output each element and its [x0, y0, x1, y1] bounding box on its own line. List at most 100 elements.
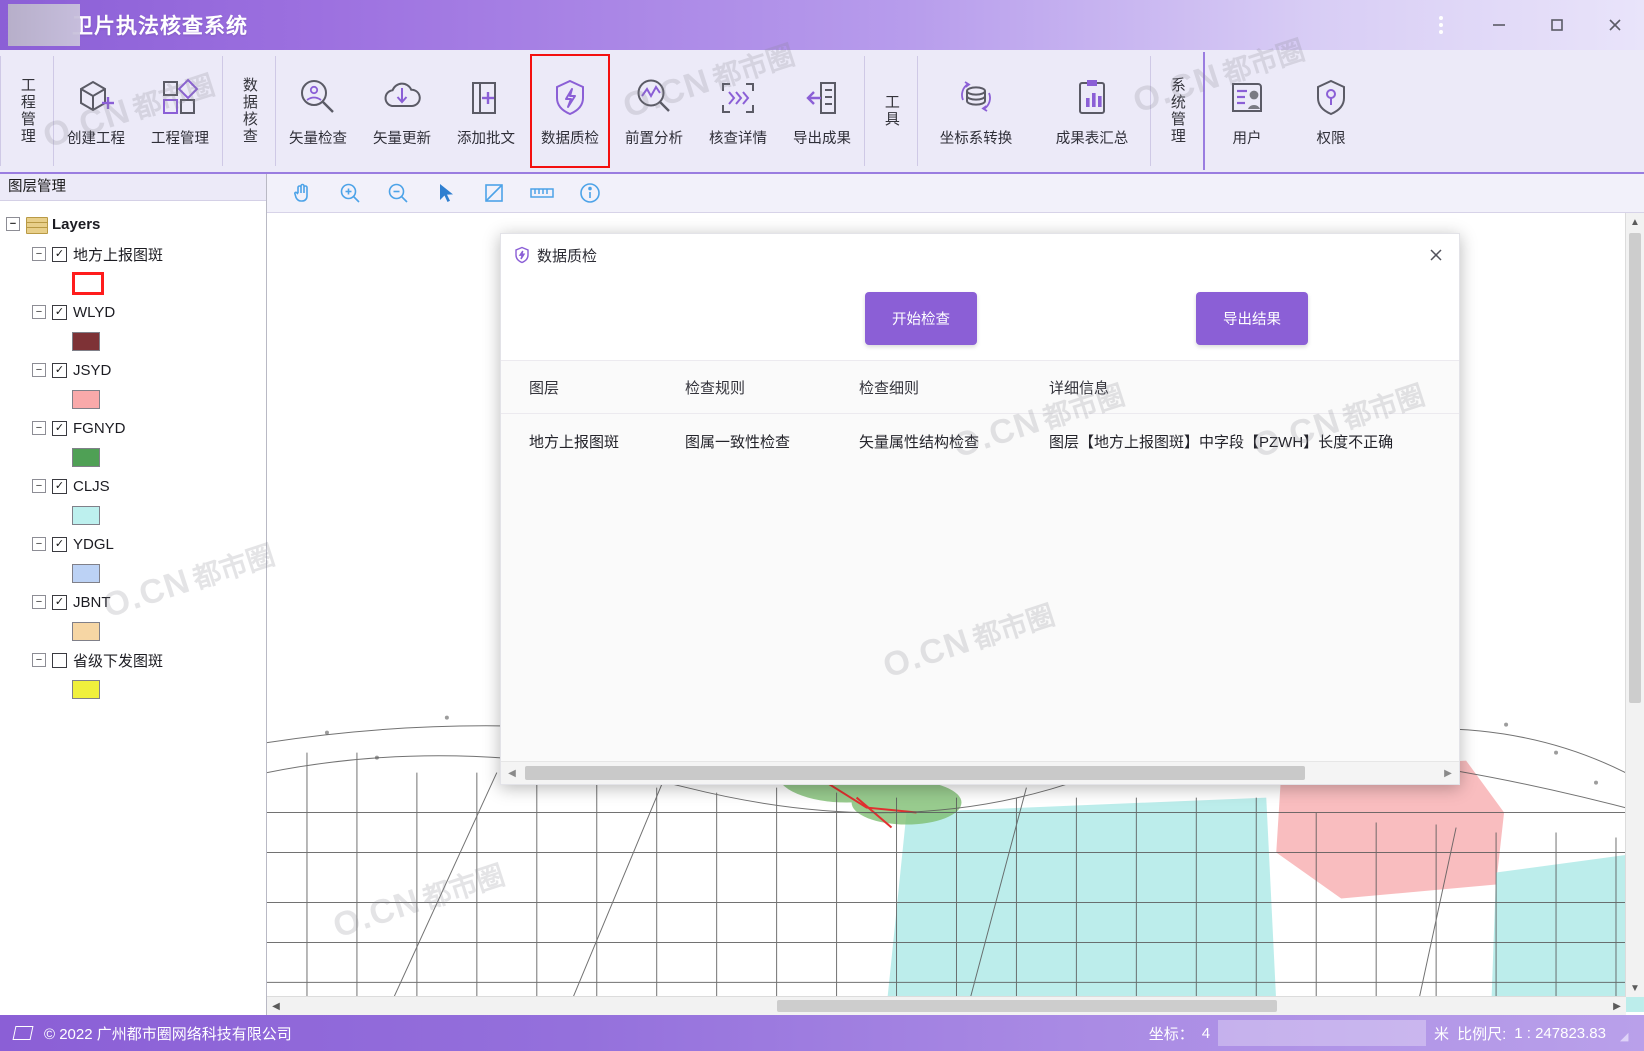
document-add-icon — [463, 75, 509, 121]
expander-icon[interactable]: − — [32, 247, 46, 261]
coordinate-value: 4 — [1201, 1024, 1211, 1042]
layer-label: YDGL — [73, 535, 114, 553]
cell-detail-rule: 矢量属性结构检查 — [859, 433, 980, 451]
ribbon-button-pre-analysis[interactable]: 前置分析 — [612, 50, 696, 172]
scroll-down-arrow[interactable]: ▼ — [1626, 979, 1644, 997]
layer-visibility-checkbox[interactable] — [52, 652, 67, 668]
layer-visibility-checkbox[interactable] — [52, 536, 67, 552]
cell-message: 图层【地方上报图斑】中字段【PZWH】长度不正确 — [1049, 433, 1394, 451]
layer-label: WLYD — [73, 303, 116, 321]
ribbon-button-permission[interactable]: 权限 — [1289, 50, 1373, 172]
map-vertical-scrollbar[interactable]: ▲ ▼ — [1625, 213, 1644, 997]
expander-icon[interactable]: − — [32, 479, 46, 493]
ribbon-button-user[interactable]: 用户 — [1205, 50, 1289, 172]
scroll-right-arrow[interactable]: ▶ — [1608, 997, 1626, 1015]
minimize-icon[interactable] — [1470, 0, 1528, 50]
dialog-action-row: 开始检查 导出结果 — [501, 276, 1459, 360]
expander-icon[interactable]: − — [32, 363, 46, 377]
ribbon-button-coord-transform[interactable]: 坐标系转换 — [918, 50, 1034, 172]
user-card-icon — [1224, 75, 1270, 121]
layer-symbol-row — [0, 559, 266, 587]
info-icon[interactable] — [577, 180, 603, 206]
expander-icon[interactable]: − — [32, 595, 46, 609]
pan-icon[interactable] — [289, 180, 315, 206]
zoom-out-icon[interactable] — [385, 180, 411, 206]
map-horizontal-scrollbar[interactable]: ◀ ▶ — [267, 996, 1626, 1015]
ribbon-button-vector-check[interactable]: 矢量检查 — [276, 50, 360, 172]
ribbon-button-result-summary[interactable]: 成果表汇总 — [1034, 50, 1150, 172]
ribbon-button-label: 添加批文 — [457, 130, 515, 147]
expander-icon[interactable]: − — [32, 421, 46, 435]
ribbon-button-create-project[interactable]: 创建工程 — [54, 50, 138, 172]
scroll-up-arrow[interactable]: ▲ — [1626, 213, 1644, 231]
dialog-close-icon[interactable] — [1423, 242, 1449, 268]
scroll-left-arrow[interactable]: ◀ — [267, 997, 285, 1015]
ribbon-button-label: 工程管理 — [151, 130, 209, 147]
layer-item-difang[interactable]: − 地方上报图斑 — [0, 239, 266, 269]
ribbon-group-label-datacheck: 数据核查 — [240, 77, 258, 145]
result-table: 图层 检查规则 检查细则 详细信息 地方上报图斑 图属一致性检查 矢量属性结构检… — [501, 360, 1459, 784]
layer-visibility-checkbox[interactable] — [52, 594, 67, 610]
expander-icon[interactable]: − — [32, 305, 46, 319]
layer-visibility-checkbox[interactable] — [52, 478, 67, 494]
close-icon[interactable] — [1586, 0, 1644, 50]
status-bar: © 2022 广州都市圈网络科技有限公司 坐标： 4 米 比例尺: 1 : 24… — [0, 1015, 1644, 1051]
ribbon-button-label: 核查详情 — [709, 130, 767, 147]
layer-visibility-checkbox[interactable] — [52, 362, 67, 378]
cloud-download-icon — [379, 75, 425, 121]
map-toolbar — [267, 174, 1644, 213]
layer-symbol-row — [0, 501, 266, 529]
unit-label: 米 — [1434, 1025, 1450, 1043]
app-title: 卫片执法核查系统 — [72, 15, 248, 38]
layer-tree: − Layers − 地方上报图斑 − WLYD — [0, 201, 266, 703]
zoom-in-icon[interactable] — [337, 180, 363, 206]
ribbon-toolbar: 工程管理 创建工程 工程管理 数据核查 矢量检查 矢量更新 添加批文 数据质检 … — [0, 50, 1644, 174]
ribbon-button-data-quality-check[interactable]: 数据质检 — [528, 50, 612, 172]
layer-label: FGNYD — [73, 419, 126, 437]
application-window: 卫片执法核查系统 工程管理 创建工程 工程管理 数据核查 矢量检查 矢量更新 添… — [0, 0, 1644, 1051]
layer-symbol-swatch — [72, 271, 104, 295]
column-header-detail-rule: 检查细则 — [859, 379, 920, 397]
dialog-scroll-left-arrow[interactable]: ◀ — [501, 762, 523, 784]
layer-item-ydgl[interactable]: − YDGL — [0, 529, 266, 559]
layer-visibility-checkbox[interactable] — [52, 420, 67, 436]
ribbon-button-project-manage[interactable]: 工程管理 — [138, 50, 222, 172]
start-check-button[interactable]: 开始检查 — [865, 291, 977, 345]
ribbon-button-check-detail[interactable]: 核查详情 — [696, 50, 780, 172]
ribbon-button-vector-update[interactable]: 矢量更新 — [360, 50, 444, 172]
export-result-button[interactable]: 导出结果 — [1196, 291, 1308, 345]
measure-ruler-icon[interactable] — [529, 180, 555, 206]
result-table-header: 图层 检查规则 检查细则 详细信息 — [501, 360, 1459, 414]
resize-grip-icon[interactable] — [1620, 1027, 1632, 1039]
layer-item-shengji[interactable]: − 省级下发图斑 — [0, 645, 266, 675]
layer-tree-root[interactable]: − Layers — [0, 209, 266, 239]
expander-icon[interactable]: − — [6, 217, 20, 231]
cell-layer: 地方上报图斑 — [529, 433, 620, 451]
select-arrow-icon[interactable] — [433, 180, 459, 206]
layer-visibility-checkbox[interactable] — [52, 304, 67, 320]
table-row[interactable]: 地方上报图斑 图属一致性检查 矢量属性结构检查 图层【地方上报图斑】中字段【PZ… — [501, 414, 1459, 468]
layers-icon — [26, 216, 48, 234]
data-quality-check-dialog: 数据质检 开始检查 导出结果 图层 检查规则 检查细则 详细信息 地方上报图斑 … — [500, 233, 1460, 785]
title-bar-logo-placeholder — [8, 4, 80, 46]
ribbon-button-export-result[interactable]: 导出成果 — [780, 50, 864, 172]
maximize-icon[interactable] — [1528, 0, 1586, 50]
layer-item-jbnt[interactable]: − JBNT — [0, 587, 266, 617]
layer-visibility-checkbox[interactable] — [52, 246, 67, 262]
shield-bolt-icon — [547, 75, 593, 121]
more-menu-icon[interactable] — [1412, 0, 1470, 50]
layer-item-wlyd[interactable]: − WLYD — [0, 297, 266, 327]
layer-symbol-row — [0, 617, 266, 645]
expander-icon[interactable]: − — [32, 537, 46, 551]
expander-icon[interactable]: − — [32, 653, 46, 667]
layer-item-cljs[interactable]: − CLJS — [0, 471, 266, 501]
layer-item-jsyd[interactable]: − JSYD — [0, 355, 266, 385]
ribbon-button-label: 用户 — [1232, 130, 1262, 147]
ribbon-button-add-document[interactable]: 添加批文 — [444, 50, 528, 172]
dialog-title: 数据质检 — [537, 247, 598, 265]
clear-selection-icon[interactable] — [481, 180, 507, 206]
dialog-scroll-right-arrow[interactable]: ▶ — [1437, 762, 1459, 784]
layer-item-fgnyd[interactable]: − FGNYD — [0, 413, 266, 443]
scale-value: 1 : 247823.83 — [1514, 1024, 1606, 1042]
dialog-horizontal-scrollbar[interactable]: ◀ ▶ — [501, 761, 1459, 784]
